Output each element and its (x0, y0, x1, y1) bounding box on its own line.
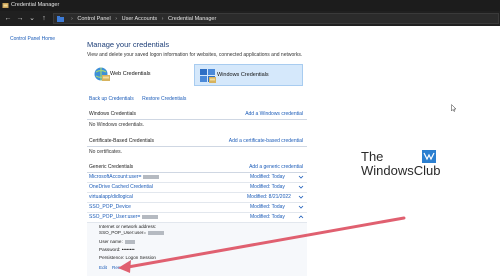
redacted-value (142, 214, 159, 219)
section-title: Windows Credentials (89, 111, 136, 117)
empty-message: No certificates. (89, 149, 123, 155)
chevron-down-icon[interactable] (298, 174, 304, 180)
credential-detail-panel: Internet or network address: SSO_POP_Use… (87, 223, 307, 276)
section-header: Windows Credentials Add a Windows creden… (87, 110, 307, 120)
section-header: Generic Credentials Add a generic creden… (87, 163, 307, 173)
web-credentials-tab[interactable]: Web Credentials (89, 64, 189, 86)
credential-name: SSO_POP_Device (89, 204, 131, 210)
certificate-credentials-section: Certificate-Based Credentials Add a cert… (87, 137, 307, 159)
forward-button[interactable]: → (16, 14, 24, 23)
chevron-down-icon[interactable] (298, 184, 304, 190)
password-value: •••••••• (121, 247, 135, 252)
breadcrumb-user-accounts[interactable]: User Accounts (122, 16, 157, 22)
persistence-field: Persistence: Logon Session (99, 255, 156, 260)
control-panel-icon (57, 16, 64, 22)
credential-modified: Modified: 8/21/2022 (247, 194, 291, 200)
page-description: View and delete your saved logon informa… (87, 52, 303, 58)
control-panel-home-link[interactable]: Control Panel Home (10, 36, 55, 42)
password-field: Password: •••••••• (99, 247, 135, 252)
credential-modified: Modified: Today (250, 214, 285, 220)
windows-credentials-tab[interactable]: Windows Credentials (194, 64, 303, 86)
section-title: Certificate-Based Credentials (89, 138, 155, 144)
up-button[interactable]: ↑ (40, 14, 48, 23)
chevron-up-icon[interactable] (298, 214, 304, 220)
credential-name: MicrosoftAccount:user= (89, 174, 160, 180)
credential-modified: Modified: Today (250, 184, 285, 190)
list-item[interactable]: SSO_POP_User:user= Modified: Today (87, 213, 307, 223)
breadcrumb: › Control Panel › User Accounts › Creden… (68, 14, 216, 24)
watermark-line1: The (361, 149, 384, 164)
credential-name: SSO_POP_User:user= (89, 214, 159, 220)
address-box[interactable]: › Control Panel › User Accounts › Creden… (53, 13, 499, 24)
recent-locations-button[interactable]: ⌄ (28, 14, 36, 23)
add-generic-credential-link[interactable]: Add a generic credential (249, 164, 303, 170)
add-certificate-credential-link[interactable]: Add a certificate-based credential (229, 138, 303, 144)
credential-modified: Modified: Today (250, 204, 285, 210)
windowsclub-logo-icon (422, 150, 436, 163)
chevron-down-icon[interactable] (298, 204, 304, 210)
address-bar: ← → ⌄ ↑ › Control Panel › User Accounts … (0, 11, 500, 26)
windows-credentials-label: Windows Credentials (217, 72, 269, 78)
breadcrumb-separator: › (71, 16, 73, 22)
title-bar: Credential Manager (0, 0, 500, 11)
chevron-down-icon[interactable] (298, 194, 304, 200)
window-title: Credential Manager (11, 2, 60, 8)
list-item[interactable]: MicrosoftAccount:user= Modified: Today (87, 173, 307, 183)
credential-modified: Modified: Today (250, 174, 285, 180)
windows-credentials-icon (200, 69, 216, 83)
add-windows-credential-link[interactable]: Add a Windows credential (245, 111, 303, 117)
main-content: Manage your credentials View and delete … (87, 26, 407, 276)
list-item[interactable]: virtualapp/didlogical Modified: 8/21/202… (87, 193, 307, 203)
credential-manager-icon (2, 3, 9, 8)
section-header: Certificate-Based Credentials Add a cert… (87, 137, 307, 147)
address-label: Internet or network address: (99, 224, 157, 229)
redacted-value (148, 230, 165, 235)
web-credentials-icon (94, 67, 110, 81)
empty-message: No Windows credentials. (89, 122, 145, 128)
breadcrumb-separator: › (161, 16, 164, 22)
username-field: User name: (99, 239, 135, 244)
credential-name: OneDrive Cached Credential (89, 184, 153, 190)
back-up-credentials-link[interactable]: Back up Credentials (89, 96, 134, 102)
web-credentials-label: Web Credentials (110, 71, 151, 77)
breadcrumb-credential-manager[interactable]: Credential Manager (168, 16, 216, 22)
list-item[interactable]: SSO_POP_Device Modified: Today (87, 203, 307, 213)
remove-link[interactable]: Remove (112, 265, 129, 270)
redacted-value (143, 174, 160, 179)
credential-actions: Back up Credentials Restore Credentials (89, 96, 186, 102)
left-pane: Control Panel Home (0, 26, 80, 276)
section-title: Generic Credentials (89, 164, 134, 170)
windows-credentials-section: Windows Credentials Add a Windows creden… (87, 110, 307, 132)
mouse-cursor-icon (451, 104, 457, 112)
watermark-line2: WindowsClub (361, 163, 441, 178)
breadcrumb-separator: › (115, 16, 118, 22)
restore-credentials-link[interactable]: Restore Credentials (142, 96, 186, 102)
address-value: SSO_POP_User:user= (99, 230, 165, 235)
list-item[interactable]: OneDrive Cached Credential Modified: Tod… (87, 183, 307, 193)
watermark-logo: The WindowsClub (361, 149, 441, 185)
redacted-value (124, 239, 135, 244)
credential-name: virtualapp/didlogical (89, 194, 133, 200)
back-button[interactable]: ← (4, 14, 12, 23)
edit-link[interactable]: Edit (99, 265, 107, 270)
page-title: Manage your credentials (87, 40, 170, 49)
breadcrumb-control-panel[interactable]: Control Panel (77, 16, 110, 22)
